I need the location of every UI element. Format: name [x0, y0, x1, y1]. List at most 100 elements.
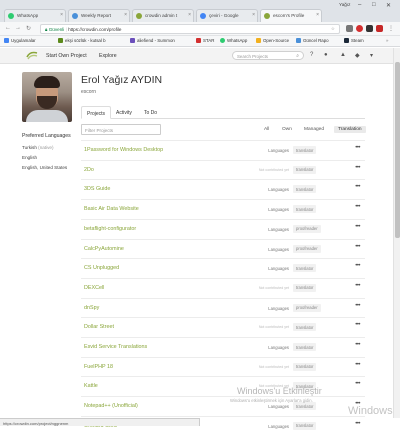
- page-scrollbar[interactable]: [393, 48, 400, 418]
- browser-tab[interactable]: crowdin admin t ×: [132, 9, 194, 22]
- project-languages-label[interactable]: Languages: [251, 306, 289, 311]
- browser-tab-active[interactable]: escorn's Profile ×: [260, 9, 322, 22]
- whatsapp-icon: [220, 38, 225, 43]
- browser-tab[interactable]: çeviri - Google ×: [196, 9, 258, 22]
- close-tab-icon[interactable]: ×: [316, 12, 319, 18]
- help-icon[interactable]: ?: [310, 52, 313, 58]
- project-role-badge: translator: [293, 362, 317, 371]
- nav-explore[interactable]: Explore: [99, 53, 117, 59]
- address-bar[interactable]: 🔒︎ Güvenli | https://crowdin.com/profile…: [40, 24, 340, 34]
- menu-dots-icon[interactable]: ⋮: [388, 25, 394, 32]
- more-options-icon[interactable]: •••: [355, 303, 360, 309]
- more-options-icon[interactable]: •••: [355, 322, 360, 328]
- project-title-link[interactable]: betaflight-configurator: [84, 226, 136, 232]
- notifications-icon[interactable]: ▲: [340, 52, 346, 58]
- close-tab-icon[interactable]: ×: [188, 12, 191, 18]
- filter-projects-input[interactable]: Filter Projects: [81, 124, 161, 135]
- project-languages-label[interactable]: Languages: [251, 404, 289, 409]
- more-options-icon[interactable]: •••: [355, 224, 360, 230]
- project-title-link[interactable]: Basic Air Data Website: [84, 206, 139, 212]
- filter-all[interactable]: All: [264, 127, 269, 132]
- extension-icon[interactable]: [366, 25, 373, 32]
- project-title-link[interactable]: 1Password for Windows Desktop: [84, 147, 163, 153]
- crowdin-logo-icon[interactable]: [26, 51, 38, 60]
- project-languages-label[interactable]: Languages: [251, 207, 289, 212]
- filter-translation[interactable]: Translation: [334, 126, 366, 133]
- project-languages-label[interactable]: Languages: [251, 227, 289, 232]
- project-title-link[interactable]: Dollar Street: [84, 324, 114, 330]
- project-title-link[interactable]: Esvid Service Translations: [84, 344, 147, 350]
- bookmark-item[interactable]: Steam: [344, 38, 364, 43]
- project-languages-label[interactable]: Languages: [251, 148, 289, 153]
- project-title-link[interactable]: CS Unplugged: [84, 265, 119, 271]
- bookmark-item[interactable]: STAR: [196, 38, 214, 43]
- filter-managed[interactable]: Managed: [304, 127, 324, 132]
- project-title-link[interactable]: Kattle: [84, 383, 98, 389]
- browser-tab-label: WhatsApp: [17, 13, 39, 18]
- tab-projects[interactable]: Projects: [81, 106, 112, 119]
- more-options-icon[interactable]: •••: [355, 184, 360, 190]
- extension-icon[interactable]: [376, 25, 383, 32]
- more-options-icon[interactable]: •••: [355, 204, 360, 210]
- project-languages-label[interactable]: Languages: [251, 266, 289, 271]
- browser-tab-label: escorn's Profile: [273, 13, 305, 18]
- more-options-icon[interactable]: •••: [355, 342, 360, 348]
- browser-tab-label: çeviri - Google: [209, 13, 239, 18]
- extension-icon[interactable]: [356, 25, 363, 32]
- bookmark-item[interactable]: Uygulamalar: [4, 38, 36, 43]
- browser-tab[interactable]: WhatsApp ×: [4, 9, 66, 22]
- more-options-icon[interactable]: •••: [355, 165, 360, 171]
- folder-icon: [256, 38, 261, 43]
- more-options-icon[interactable]: •••: [355, 263, 360, 269]
- maximize-icon[interactable]: □: [372, 2, 376, 8]
- project-title-link[interactable]: 3DS Guide: [84, 186, 110, 192]
- tab-to-do[interactable]: To Do: [139, 106, 162, 119]
- bookmark-item[interactable]: ekşi sözlük - kutsal b: [58, 38, 106, 43]
- more-options-icon[interactable]: •••: [355, 381, 360, 387]
- project-languages-label[interactable]: Languages: [251, 187, 289, 192]
- more-bookmarks-icon[interactable]: »: [386, 38, 388, 43]
- project-row: dnSpy Languages proofreader •••: [81, 297, 365, 318]
- project-title-link[interactable]: Notepad++ (Unofficial): [84, 403, 138, 409]
- project-title-link[interactable]: CalcPyAutomine: [84, 246, 124, 252]
- account-menu-icon[interactable]: ▾: [370, 52, 373, 59]
- close-window-icon[interactable]: ✕: [386, 2, 391, 9]
- extension-icon[interactable]: [346, 25, 353, 32]
- reload-icon[interactable]: ↻: [26, 25, 31, 32]
- more-options-icon[interactable]: •••: [355, 244, 360, 250]
- close-tab-icon[interactable]: ×: [252, 12, 255, 18]
- more-options-icon[interactable]: •••: [355, 362, 360, 368]
- forward-icon[interactable]: →: [15, 25, 21, 31]
- crowdin-favicon-icon: [264, 13, 270, 19]
- project-title-link[interactable]: DEXCell: [84, 285, 104, 291]
- project-languages-label[interactable]: Languages: [251, 247, 289, 252]
- bookmark-favicon-icon: [196, 38, 201, 43]
- project-title-link[interactable]: FuelPHP 18: [84, 364, 113, 370]
- bookmark-item[interactable]: aliefiend - Summon: [130, 38, 175, 43]
- bookmark-item[interactable]: Open-Source: [256, 38, 289, 43]
- project-title-link[interactable]: dnSpy: [84, 305, 99, 311]
- filter-own[interactable]: Own: [282, 127, 292, 132]
- project-languages-label[interactable]: Languages: [251, 424, 289, 429]
- close-tab-icon[interactable]: ×: [124, 12, 127, 18]
- more-options-icon[interactable]: •••: [355, 283, 360, 289]
- user-icon[interactable]: ●: [324, 52, 328, 58]
- more-options-icon[interactable]: •••: [355, 421, 360, 427]
- more-options-icon[interactable]: •••: [355, 145, 360, 151]
- bookmark-star-icon[interactable]: ☆: [331, 26, 335, 32]
- browser-tab[interactable]: Weekly Report ×: [68, 9, 130, 22]
- bookmark-item[interactable]: Güncel Rapo: [296, 38, 329, 43]
- browser-user-label[interactable]: Yağız: [339, 2, 350, 7]
- tab-activity[interactable]: Activity: [111, 106, 137, 119]
- project-title-link[interactable]: 2Do: [84, 167, 94, 173]
- close-tab-icon[interactable]: ×: [60, 12, 63, 18]
- back-icon[interactable]: ←: [5, 25, 11, 31]
- bookmark-item[interactable]: WhatsApp: [220, 38, 247, 43]
- nav-start-own-project[interactable]: Start Own Project: [46, 53, 87, 59]
- project-languages-label[interactable]: Languages: [251, 345, 289, 350]
- messages-icon[interactable]: ◆: [355, 52, 360, 59]
- scrollbar-thumb[interactable]: [395, 62, 400, 238]
- project-search-input[interactable]: Search Projects ⌕: [232, 51, 304, 60]
- steam-icon: [344, 38, 349, 43]
- minimize-icon[interactable]: –: [358, 2, 361, 8]
